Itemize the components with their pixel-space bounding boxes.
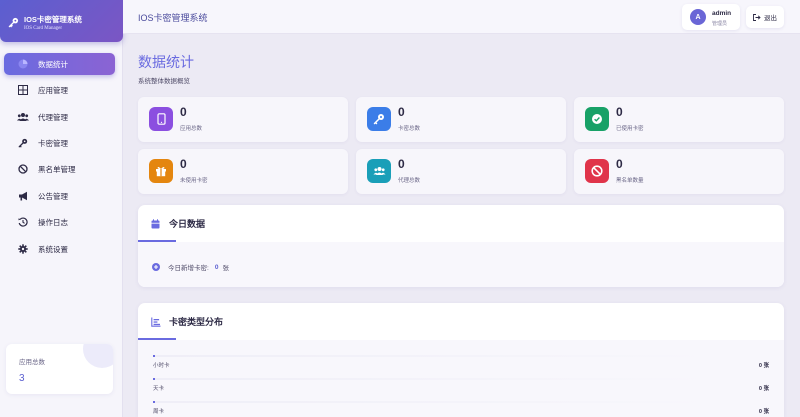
users-icon: [17, 111, 29, 123]
page-title: 数据统计: [138, 54, 194, 70]
card-type-name: 周卡: [153, 409, 165, 415]
today-row-unit: 张: [222, 265, 229, 272]
distribution-row: 周卡 0 张: [153, 399, 771, 417]
stat-value: 0: [180, 157, 187, 171]
stat-value: 0: [398, 105, 405, 119]
today-panel: 今日数据 今日新增卡密: 0 张: [138, 205, 784, 287]
stat-card-apps: 0 应用总数: [138, 97, 348, 142]
sidebar-item-cards[interactable]: 卡密管理: [4, 132, 115, 154]
card-type-name: 小时卡: [153, 363, 170, 369]
brand-subtitle: IOS Card Manager: [24, 26, 63, 31]
logout-icon: [753, 13, 761, 21]
stat-value: 0: [616, 105, 623, 119]
sidebar-item-label: 卡密管理: [38, 138, 68, 148]
card-type-distribution-panel: 卡密类型分布 小时卡 0 张 天卡 0 张 周卡 0 张: [138, 303, 784, 417]
stat-card-agents: 0 代理总数: [356, 149, 566, 194]
card-type-name: 天卡: [153, 386, 165, 392]
key-icon: [8, 17, 19, 28]
sidebar-item-statistics[interactable]: 数据统计: [4, 53, 115, 75]
megaphone-icon: [17, 190, 29, 202]
user-name: admin: [712, 10, 732, 17]
distribution-row: 小时卡 0 张: [153, 353, 771, 373]
brand-header: IOS卡密管理系统 IOS Card Manager: [0, 0, 123, 42]
progress-track: [153, 378, 713, 380]
brand-title: IOS卡密管理系统: [24, 15, 82, 24]
sidebar-item-announcements[interactable]: 公告管理: [4, 185, 115, 207]
app-count-card: 应用总数 3: [6, 344, 113, 394]
card-type-count: 0 张: [758, 386, 769, 392]
sidebar-item-settings[interactable]: 系统设置: [4, 238, 115, 260]
users-icon: [367, 159, 391, 183]
logout-button[interactable]: 退出: [746, 6, 784, 28]
top-bar: IOS卡密管理系统 A admin 管理员 退出: [123, 0, 800, 34]
today-row-label: 今日新增卡密:: [168, 265, 209, 272]
logout-label: 退出: [764, 15, 777, 22]
card-type-count: 0 张: [758, 409, 769, 415]
today-panel-header: 今日数据: [138, 205, 784, 242]
today-new-cards-row: 今日新增卡密: 0 张: [152, 262, 229, 272]
plus-circle-icon: [152, 263, 160, 271]
chart-pie-icon: [17, 58, 29, 70]
grid-icon: [17, 84, 29, 96]
distribution-row: 天卡 0 张: [153, 376, 771, 396]
progress-bar: [153, 378, 155, 380]
sidebar-item-blacklist[interactable]: 黑名单管理: [4, 158, 115, 180]
stat-value: 0: [180, 105, 187, 119]
chart-bar-icon: [151, 317, 161, 327]
page-subtitle: 系统整体数据概览: [138, 78, 190, 85]
app-count-value: 3: [19, 373, 25, 384]
gift-icon: [149, 159, 173, 183]
history-icon: [17, 216, 29, 228]
decorative-blob: [83, 344, 113, 368]
stat-label: 代理总数: [398, 178, 421, 184]
key-icon: [367, 107, 391, 131]
calendar-icon: [151, 218, 161, 229]
sidebar-item-label: 操作日志: [38, 217, 68, 227]
sidebar-item-logs[interactable]: 操作日志: [4, 211, 115, 233]
stat-label: 应用总数: [180, 126, 203, 132]
header-title: IOS卡密管理系统: [138, 13, 208, 23]
check-circle-icon: [585, 107, 609, 131]
sidebar-item-agents[interactable]: 代理管理: [4, 106, 115, 128]
app-count-label: 应用总数: [19, 359, 45, 366]
sidebar-item-apps[interactable]: 应用管理: [4, 79, 115, 101]
user-role: 管理员: [712, 21, 728, 27]
stat-value: 0: [616, 157, 623, 171]
sidebar: IOS卡密管理系统 IOS Card Manager 数据统计 应用管理 代理管…: [0, 0, 123, 417]
today-panel-body: [138, 242, 784, 287]
stat-label: 未使用卡密: [180, 178, 208, 184]
sidebar-item-label: 代理管理: [38, 112, 68, 122]
stat-label: 已使用卡密: [616, 126, 644, 132]
ban-icon: [585, 159, 609, 183]
stat-card-used: 0 已使用卡密: [574, 97, 784, 142]
sidebar-item-label: 黑名单管理: [38, 164, 76, 174]
mobile-icon: [149, 107, 173, 131]
stat-card-cards: 0 卡密总数: [356, 97, 566, 142]
today-row-value: 0: [214, 263, 219, 271]
sidebar-item-label: 公告管理: [38, 191, 68, 201]
card-type-count: 0 张: [758, 363, 769, 369]
progress-track: [153, 401, 713, 403]
sidebar-item-label: 系统设置: [38, 244, 68, 254]
today-panel-title: 今日数据: [169, 219, 206, 229]
stat-card-unused: 0 未使用卡密: [138, 149, 348, 194]
sidebar-item-label: 数据统计: [38, 59, 68, 69]
distribution-panel-title: 卡密类型分布: [169, 317, 224, 327]
user-menu[interactable]: A admin 管理员: [682, 4, 740, 30]
sidebar-item-label: 应用管理: [38, 85, 68, 95]
distribution-panel-header: 卡密类型分布: [138, 303, 784, 340]
progress-bar: [153, 355, 155, 357]
key-icon: [17, 137, 29, 149]
progress-track: [153, 355, 713, 357]
stat-label: 卡密总数: [398, 126, 421, 132]
gear-icon: [17, 243, 29, 255]
stat-label: 黑名单数量: [616, 178, 644, 184]
ban-icon: [17, 163, 29, 175]
avatar: A: [690, 9, 706, 25]
stat-value: 0: [398, 157, 405, 171]
progress-bar: [153, 401, 155, 403]
stat-card-blacklist: 0 黑名单数量: [574, 149, 784, 194]
